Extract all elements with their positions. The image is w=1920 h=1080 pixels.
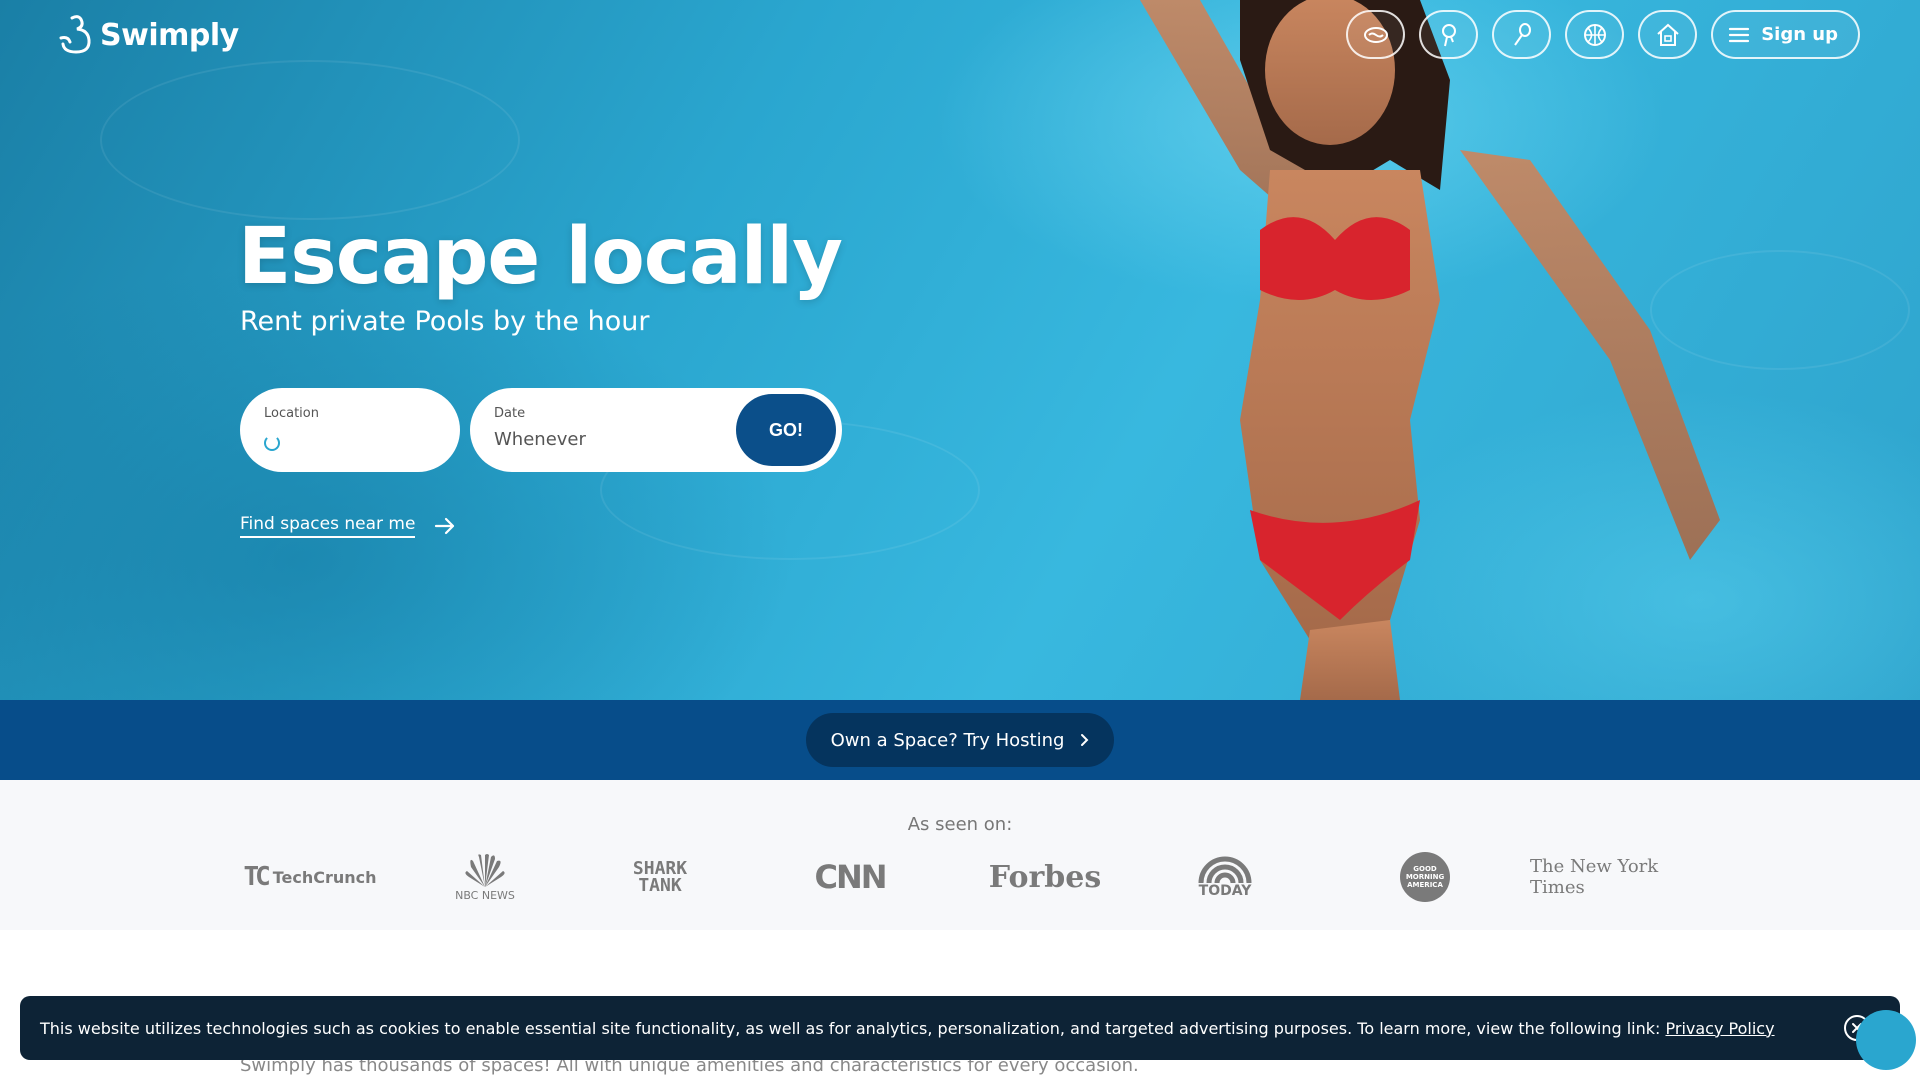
try-hosting-button[interactable]: Own a Space? Try Hosting [805,713,1115,767]
nyt-logo: The New York Times [1530,856,1659,898]
near-me-label: Find spaces near me [240,514,416,538]
nbc-news-logo: NBC NEWS [440,842,530,912]
signup-button[interactable]: Sign up [1711,10,1860,59]
gma-label: GOOD MORNING AMERICA [1400,852,1450,902]
home-category-button[interactable] [1638,10,1698,59]
arrow-right-icon [435,517,455,535]
duck-logo-icon [59,15,91,54]
go-button[interactable]: GO! [736,394,836,466]
pool-category-button[interactable] [1346,10,1406,59]
sport-icon [1583,23,1606,46]
techcrunch-mark: TC [243,862,270,892]
find-spaces-near-me-link[interactable]: Find spaces near me [240,514,457,538]
peacock-icon [465,853,505,887]
cookie-banner: This website utilizes technologies such … [20,996,1900,1060]
shark-label-2: TANK [638,875,682,896]
host-bar: Own a Space? Try Hosting [0,700,1920,780]
search-form: Location Date Whenever GO! [240,388,842,472]
hero-subhead: Rent private Pools by the hour [240,306,650,337]
today-logo: TODAY [1190,842,1260,912]
forbes-logo: Forbes [988,859,1102,895]
chevron-right-icon [1081,734,1089,746]
water-ripple [100,60,520,220]
court-category-button[interactable] [1419,10,1479,59]
event-category-button[interactable] [1492,10,1552,59]
sport-category-button[interactable] [1565,10,1625,59]
gma-logo: GOOD MORNING AMERICA [1390,842,1460,912]
techcrunch-logo: TC TechCrunch [240,842,380,912]
nbc-label: NBC NEWS [455,888,515,902]
rainbow-icon [1198,856,1252,883]
swimmer-image [1140,0,1720,700]
event-icon [1513,22,1531,46]
shark-tank-logo: SHARK TANK [625,842,695,912]
brand-name: Swimply [100,17,239,53]
top-nav: Sign up [1346,10,1860,59]
date-field[interactable]: Date Whenever GO! [470,388,842,472]
pool-icon [1363,26,1388,43]
location-label: Location [264,406,319,421]
press-logos: TC TechCrunch NBC NEWS SHARK TANK CNN Fo… [240,842,1680,912]
location-field[interactable]: Location [240,388,460,472]
swimply-logo[interactable]: Swimply [58,14,239,56]
loading-spinner-icon [264,435,280,451]
menu-icon [1729,27,1750,42]
hero [0,0,1920,700]
court-icon [1441,23,1456,46]
cookie-text: This website utilizes technologies such … [40,1018,1666,1038]
home-icon [1657,23,1679,46]
press-section: As seen on: TC TechCrunch NBC NEWS SHARK… [0,780,1920,930]
cnn-logo: CNN [814,858,887,896]
techcrunch-label: TechCrunch [272,867,377,887]
signup-label: Sign up [1761,24,1838,45]
host-label: Own a Space? Try Hosting [830,729,1065,751]
privacy-policy-link[interactable]: Privacy Policy [1666,1019,1775,1038]
cookie-message: This website utilizes technologies such … [40,1019,1844,1038]
hero-headline: Escape locally [238,212,843,302]
today-label: TODAY [1198,883,1252,899]
chat-button[interactable] [1856,1010,1916,1070]
press-title: As seen on: [907,814,1013,835]
